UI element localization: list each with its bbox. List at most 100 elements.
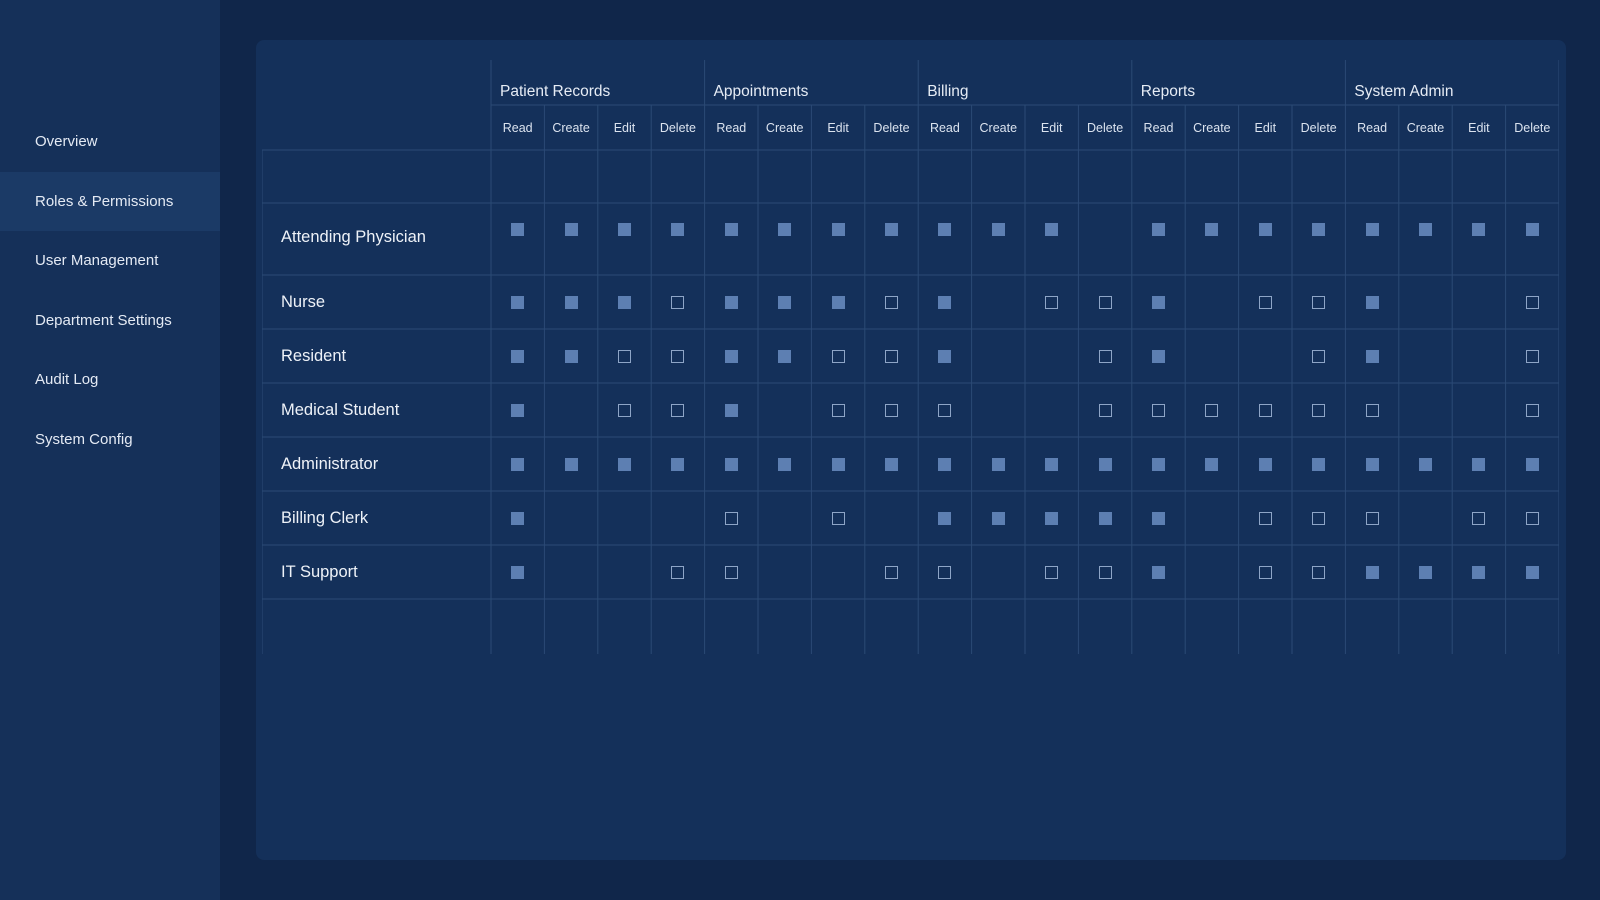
permission-checkbox[interactable]	[938, 511, 952, 525]
permission-checkbox[interactable]	[511, 295, 525, 309]
permission-checkbox[interactable]	[831, 457, 845, 471]
permission-checkbox[interactable]	[1312, 349, 1326, 363]
permission-checkbox[interactable]	[1365, 295, 1379, 309]
permission-checkbox[interactable]	[1098, 511, 1112, 525]
permission-checkbox[interactable]	[1045, 511, 1059, 525]
permission-checkbox[interactable]	[1045, 565, 1059, 579]
permission-checkbox[interactable]	[885, 295, 898, 309]
permission-checkbox[interactable]	[1312, 457, 1326, 471]
sidebar-item-overview[interactable]: Overview	[0, 112, 220, 172]
permission-checkbox[interactable]	[564, 457, 578, 471]
sidebar-item-roles-permissions[interactable]: Roles & Permissions	[0, 171, 220, 231]
permission-checkbox[interactable]	[1098, 295, 1112, 309]
permission-checkbox[interactable]	[1152, 295, 1165, 309]
permission-checkbox[interactable]	[1258, 295, 1272, 309]
permission-checkbox[interactable]	[1365, 222, 1379, 236]
permission-checkbox[interactable]	[1472, 565, 1486, 579]
permission-checkbox[interactable]	[1525, 565, 1539, 579]
sidebar-item-user-management[interactable]: User Management	[0, 231, 220, 291]
permission-checkbox[interactable]	[938, 295, 952, 309]
permission-checkbox[interactable]	[1525, 403, 1539, 417]
permission-checkbox[interactable]	[1312, 565, 1326, 579]
permission-checkbox[interactable]	[831, 349, 845, 363]
permission-checkbox[interactable]	[938, 222, 952, 236]
permission-checkbox[interactable]	[778, 295, 792, 309]
permission-checkbox[interactable]	[885, 349, 898, 363]
permission-checkbox[interactable]	[991, 222, 1005, 236]
permission-checkbox[interactable]	[564, 349, 578, 363]
permission-checkbox[interactable]	[1419, 565, 1432, 579]
permission-checkbox[interactable]	[564, 222, 578, 236]
permission-checkbox[interactable]	[938, 457, 952, 471]
permission-checkbox[interactable]	[831, 511, 845, 525]
permission-checkbox[interactable]	[1205, 457, 1219, 471]
permission-checkbox[interactable]	[724, 295, 738, 309]
permission-checkbox[interactable]	[671, 403, 685, 417]
sidebar-item-system-config[interactable]: System Config	[0, 410, 220, 470]
permission-checkbox[interactable]	[1258, 565, 1272, 579]
permission-checkbox[interactable]	[1205, 222, 1219, 236]
permission-checkbox[interactable]	[511, 403, 525, 417]
permission-checkbox[interactable]	[1365, 403, 1379, 417]
sidebar-item-department-settings[interactable]: Department Settings	[0, 291, 220, 351]
permission-checkbox[interactable]	[724, 565, 738, 579]
permission-checkbox[interactable]	[671, 222, 685, 236]
permission-checkbox[interactable]	[938, 349, 952, 363]
permission-checkbox[interactable]	[724, 457, 738, 471]
permission-checkbox[interactable]	[618, 457, 631, 471]
permission-checkbox[interactable]	[1045, 222, 1059, 236]
permission-checkbox[interactable]	[724, 511, 738, 525]
permission-checkbox[interactable]	[511, 511, 525, 525]
permission-checkbox[interactable]	[991, 457, 1005, 471]
permission-checkbox[interactable]	[1098, 349, 1112, 363]
permission-checkbox[interactable]	[671, 457, 685, 471]
permission-checkbox[interactable]	[1472, 222, 1486, 236]
permission-checkbox[interactable]	[1152, 403, 1165, 417]
permission-checkbox[interactable]	[831, 403, 845, 417]
permission-checkbox[interactable]	[1365, 349, 1379, 363]
permission-checkbox[interactable]	[778, 457, 792, 471]
permission-checkbox[interactable]	[1258, 511, 1272, 525]
permission-checkbox[interactable]	[1098, 457, 1112, 471]
permission-checkbox[interactable]	[1312, 295, 1326, 309]
permission-checkbox[interactable]	[831, 295, 845, 309]
permission-checkbox[interactable]	[885, 403, 898, 417]
permission-checkbox[interactable]	[1472, 457, 1486, 471]
permission-checkbox[interactable]	[1045, 457, 1059, 471]
permission-checkbox[interactable]	[1152, 349, 1165, 363]
permission-checkbox[interactable]	[1312, 511, 1326, 525]
permission-checkbox[interactable]	[618, 222, 631, 236]
permission-checkbox[interactable]	[724, 349, 738, 363]
permission-checkbox[interactable]	[1312, 403, 1326, 417]
permission-checkbox[interactable]	[1152, 565, 1165, 579]
permission-checkbox[interactable]	[724, 222, 738, 236]
permission-checkbox[interactable]	[671, 349, 685, 363]
permission-checkbox[interactable]	[1258, 222, 1272, 236]
permission-checkbox[interactable]	[511, 457, 525, 471]
permission-checkbox[interactable]	[1525, 222, 1539, 236]
permission-checkbox[interactable]	[1419, 222, 1432, 236]
permission-checkbox[interactable]	[724, 403, 738, 417]
permission-checkbox[interactable]	[671, 565, 685, 579]
permission-checkbox[interactable]	[671, 295, 685, 309]
permission-checkbox[interactable]	[511, 565, 525, 579]
permission-checkbox[interactable]	[1258, 403, 1272, 417]
permission-checkbox[interactable]	[778, 349, 792, 363]
permission-checkbox[interactable]	[1525, 511, 1539, 525]
permission-checkbox[interactable]	[1152, 511, 1165, 525]
permission-checkbox[interactable]	[1098, 565, 1112, 579]
permission-checkbox[interactable]	[1365, 511, 1379, 525]
permission-checkbox[interactable]	[1419, 457, 1432, 471]
permission-checkbox[interactable]	[938, 565, 952, 579]
permission-checkbox[interactable]	[1525, 295, 1539, 309]
permission-checkbox[interactable]	[618, 403, 631, 417]
permission-checkbox[interactable]	[885, 565, 898, 579]
permission-checkbox[interactable]	[1525, 457, 1539, 471]
permission-checkbox[interactable]	[1365, 457, 1379, 471]
permission-checkbox[interactable]	[1365, 565, 1379, 579]
permission-checkbox[interactable]	[885, 457, 898, 471]
permission-checkbox[interactable]	[618, 295, 631, 309]
permission-checkbox[interactable]	[1152, 457, 1165, 471]
permission-checkbox[interactable]	[1472, 511, 1486, 525]
permission-checkbox[interactable]	[1152, 222, 1165, 236]
